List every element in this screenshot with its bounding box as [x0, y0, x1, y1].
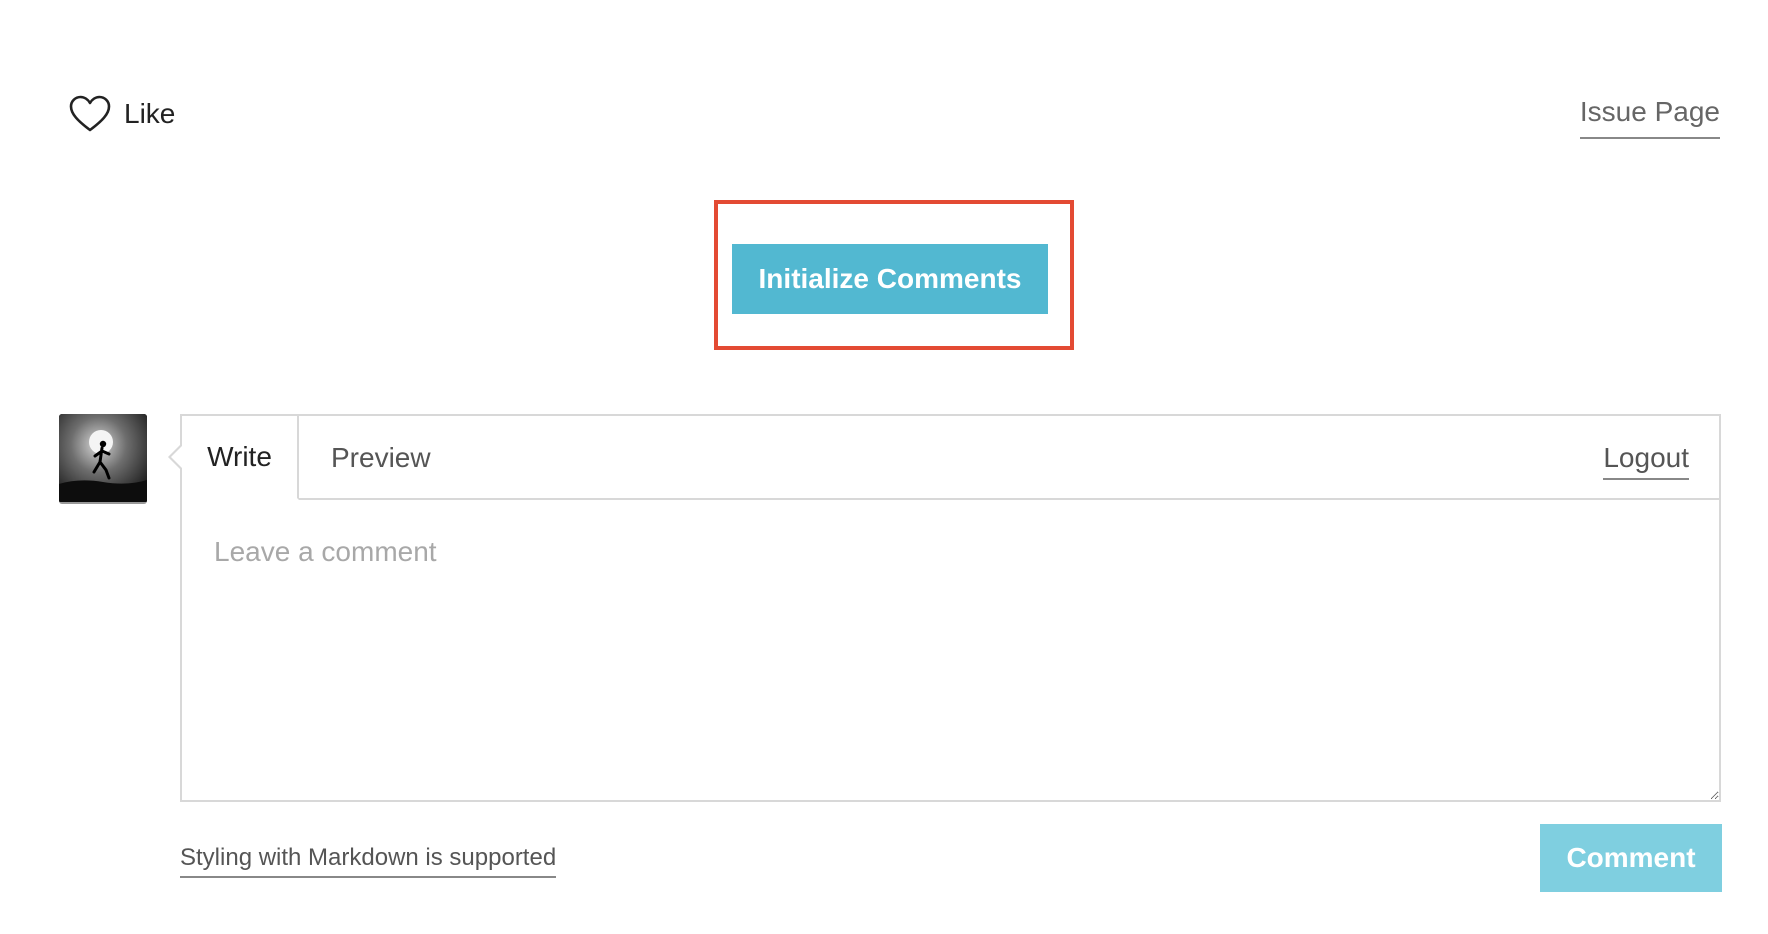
user-avatar[interactable]: [59, 414, 147, 504]
heart-icon: [68, 94, 112, 134]
editor-tab-bar: Write Preview Logout: [182, 416, 1719, 500]
tab-preview[interactable]: Preview: [331, 416, 431, 500]
tab-write[interactable]: Write: [182, 416, 299, 500]
markdown-help-link[interactable]: Styling with Markdown is supported: [180, 844, 557, 878]
like-button[interactable]: Like: [68, 93, 175, 135]
like-label: Like: [124, 98, 176, 129]
comment-submit-button[interactable]: Comment: [1540, 824, 1722, 892]
issue-page-link[interactable]: Issue Page: [1579, 96, 1720, 139]
comment-textarea[interactable]: [182, 500, 1719, 800]
initialize-comments-button[interactable]: Initialize Comments: [732, 244, 1048, 314]
comment-editor: Write Preview Logout: [168, 414, 1721, 802]
page: Like Issue Page Initialize Comments Writ…: [0, 0, 1768, 934]
logout-link[interactable]: Logout: [1603, 442, 1689, 480]
